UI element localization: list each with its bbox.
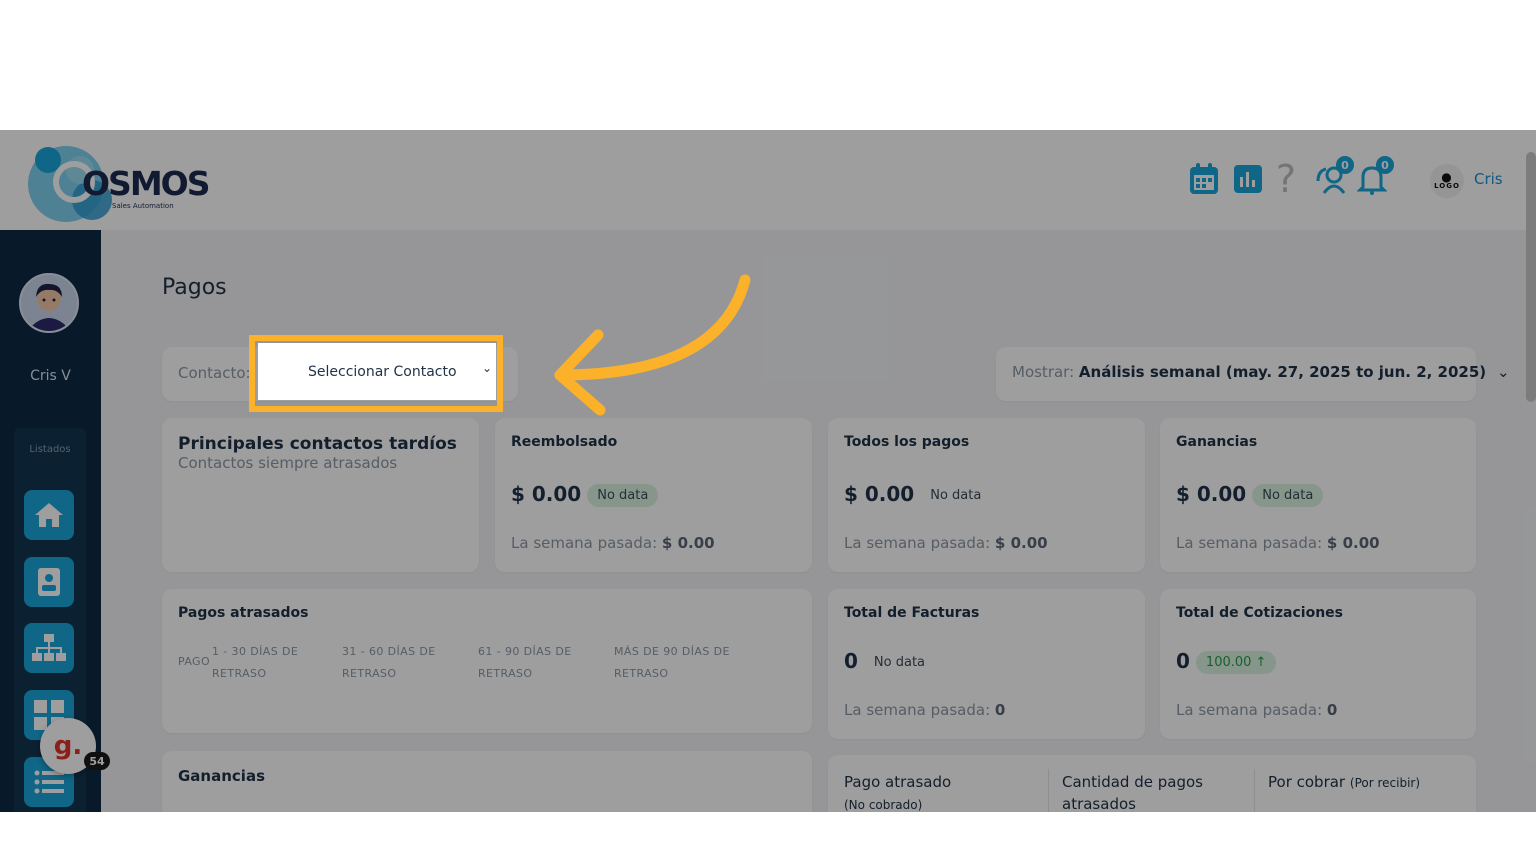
- summary-divider: [1048, 769, 1049, 812]
- refunded-title: Reembolsado: [511, 434, 618, 450]
- refunded-amount: $ 0.00 No data: [511, 482, 659, 507]
- app-frame: OSMOS Sales Automation ? 0 0 ● LOGO Cris: [0, 130, 1536, 812]
- summary-divider: [1254, 769, 1255, 812]
- contact-filter-label: Contacto:: [178, 364, 251, 382]
- logo-text: OSMOS: [82, 164, 210, 203]
- show-period-value: Análisis semanal (may. 27, 2025 to jun. …: [1078, 363, 1487, 381]
- company-logo[interactable]: ● LOGO: [1430, 164, 1464, 198]
- total-quotes-title: Total de Cotizaciones: [1176, 605, 1344, 621]
- earnings-pill: No data: [1252, 484, 1324, 507]
- avatar-person-icon: [21, 275, 77, 331]
- all-payments-amount: $ 0.00 No data: [844, 482, 991, 507]
- total-quotes-last-week: La semana pasada: 0: [1176, 701, 1337, 719]
- total-invoices-amount-value: 0: [844, 649, 858, 673]
- total-invoices-card: Total de Facturas 0 No data La semana pas…: [828, 589, 1145, 739]
- total-quotes-last-week-value: 0: [1326, 701, 1338, 719]
- chevron-down-icon: ⌄: [1496, 363, 1510, 381]
- summary-late-payment-label: Pago atrasado: [844, 773, 952, 791]
- earnings-last-week-label: La semana pasada:: [1176, 534, 1323, 552]
- calendar-icon[interactable]: [1188, 162, 1220, 196]
- late-contacts-title: Principales contactos tardíos: [178, 434, 457, 454]
- total-invoices-pill: No data: [873, 655, 926, 670]
- total-quotes-pill: 100.00 ↑: [1195, 651, 1277, 674]
- all-payments-last-week-value: $ 0.00: [994, 534, 1048, 552]
- refunded-pill: No data: [587, 484, 659, 507]
- osmos-logo[interactable]: OSMOS Sales Automation: [22, 136, 210, 222]
- total-quotes-card: Total de Cotizaciones 0 100.00 ↑ La seman…: [1160, 589, 1476, 739]
- total-invoices-title: Total de Facturas: [844, 605, 980, 621]
- logo-dot-icon: ●: [1441, 170, 1453, 184]
- all-payments-pill: No data: [930, 488, 982, 503]
- summary-late-payment-sub: (No cobrado): [844, 798, 923, 812]
- page-scrollbar[interactable]: [1526, 152, 1536, 402]
- earnings-chart-title: Ganancias: [178, 767, 265, 785]
- show-period-dropdown[interactable]: Mostrar: Análisis semanal (may. 27, 2025…: [996, 347, 1510, 401]
- earnings-last-week-value: $ 0.00: [1326, 534, 1380, 552]
- total-quotes-last-week-label: La semana pasada:: [1176, 701, 1323, 719]
- contact-card-icon[interactable]: [24, 557, 74, 607]
- late-payments-col-90-plus: MÁS DE 90 DÍAS DE RETRASO: [614, 645, 730, 680]
- summary-late-count: Cantidad de pagos atrasados: [1062, 773, 1203, 812]
- chat-widget-logo: g.: [53, 731, 83, 761]
- all-payments-amount-value: $ 0.00: [844, 482, 915, 506]
- bell-icon[interactable]: 0: [1356, 156, 1394, 196]
- bar-chart-icon[interactable]: [1232, 162, 1264, 196]
- total-quotes-amount: 0 100.00 ↑: [1176, 649, 1277, 674]
- avatar[interactable]: [19, 273, 79, 333]
- summary-receivable-label: Por cobrar: [1268, 773, 1346, 791]
- earnings-last-week: La semana pasada: $ 0.00: [1176, 534, 1380, 552]
- page-title: Pagos: [162, 275, 227, 300]
- summary-receivable: Por cobrar (Por recibir): [1268, 771, 1468, 794]
- all-payments-card: Todos los pagos $ 0.00 No data La semana …: [828, 418, 1145, 572]
- all-payments-last-week-label: La semana pasada:: [844, 534, 991, 552]
- bell-badge: 0: [1376, 156, 1394, 174]
- late-payments-col-payment: PAGO: [178, 655, 211, 668]
- earnings-chart-card: Ganancias: [162, 751, 812, 812]
- earnings-amount: $ 0.00 No data: [1176, 482, 1324, 507]
- contact-filter: Contacto:: [162, 347, 518, 401]
- late-contacts-card: Principales contactos tardíos Contactos …: [162, 418, 479, 572]
- org-chart-icon[interactable]: [24, 623, 74, 673]
- refunded-last-week-value: $ 0.00: [661, 534, 715, 552]
- earnings-card: Ganancias $ 0.00 No data La semana pasada…: [1160, 418, 1476, 572]
- show-period-label: Mostrar:: [1012, 363, 1075, 381]
- summary-receivable-sub: (Por recibir): [1349, 776, 1421, 790]
- top-header: OSMOS Sales Automation ? 0 0 ● LOGO Cris: [0, 130, 1536, 230]
- user-sync-badge: 0: [1336, 156, 1354, 174]
- late-payments-col-61-90: 61 - 90 DÍAS DE RETRASO: [478, 645, 572, 680]
- refunded-last-week: La semana pasada: $ 0.00: [511, 534, 715, 552]
- late-payments-title: Pagos atrasados: [178, 605, 309, 621]
- company-logo-text: LOGO: [1434, 182, 1460, 190]
- all-payments-last-week: La semana pasada: $ 0.00: [844, 534, 1048, 552]
- logo-subtitle: Sales Automation: [112, 202, 174, 210]
- earnings-amount-value: $ 0.00: [1176, 482, 1247, 506]
- help-icon[interactable]: ?: [1270, 160, 1302, 198]
- refunded-amount-value: $ 0.00: [511, 482, 582, 506]
- total-quotes-amount-value: 0: [1176, 649, 1190, 673]
- sidebar-section-label: Listados: [29, 444, 71, 455]
- summary-late-payment: Pago atrasado (No cobrado): [844, 771, 1044, 812]
- refunded-last-week-label: La semana pasada:: [511, 534, 658, 552]
- home-icon[interactable]: [24, 490, 74, 540]
- header-user-name[interactable]: Cris: [1474, 170, 1503, 188]
- late-contacts-subtitle: Contactos siempre atrasados: [178, 454, 398, 472]
- late-payments-card: Pagos atrasados PAGO 1 - 30 DÍAS DE RETR…: [162, 589, 812, 733]
- refunded-card: Reembolsado $ 0.00 No data La semana pasa…: [495, 418, 812, 572]
- summary-card: Pago atrasado (No cobrado) Cantidad de p…: [828, 755, 1476, 812]
- total-invoices-last-week-label: La semana pasada:: [844, 701, 991, 719]
- main-content: Pagos Contacto: Mostrar: Análisis semana…: [101, 230, 1526, 812]
- total-invoices-last-week: La semana pasada: 0: [844, 701, 1005, 719]
- all-payments-title: Todos los pagos: [844, 434, 970, 450]
- late-payments-col-31-60: 31 - 60 DÍAS DE RETRASO: [342, 645, 436, 680]
- late-payments-col-1-30: 1 - 30 DÍAS DE RETRASO: [212, 645, 299, 680]
- user-sync-icon[interactable]: 0: [1316, 156, 1354, 196]
- sidebar-user-name: Cris V: [30, 368, 71, 384]
- total-invoices-amount: 0 No data: [844, 649, 935, 674]
- earnings-title: Ganancias: [1176, 434, 1258, 450]
- total-invoices-last-week-value: 0: [994, 701, 1006, 719]
- show-period-text: Mostrar: Análisis semanal (may. 27, 2025…: [1012, 363, 1510, 381]
